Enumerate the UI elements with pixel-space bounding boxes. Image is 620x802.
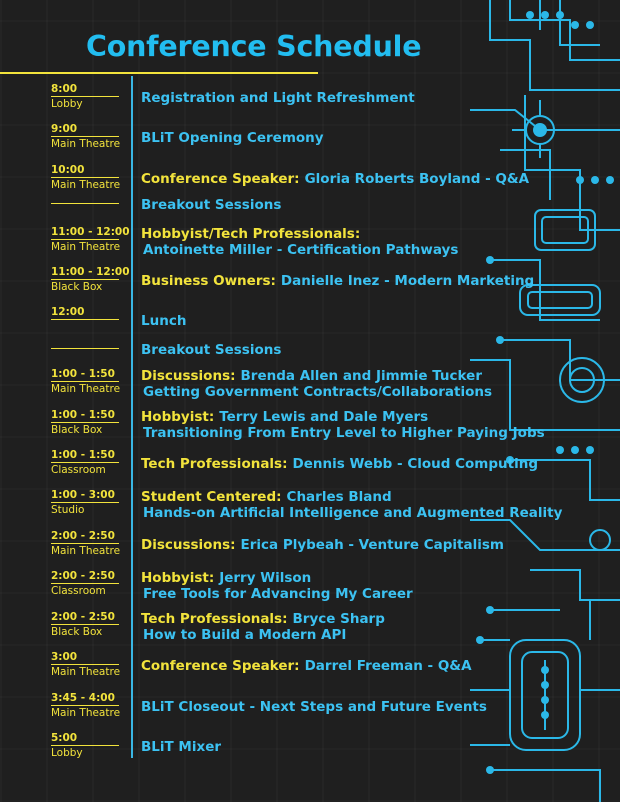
entry-time: 11:00 - 12:00 bbox=[51, 266, 130, 280]
entry-category: Hobbyist: bbox=[141, 570, 215, 586]
entry-title: BLiT Opening Ceremony bbox=[141, 130, 324, 147]
entry-title: Hobbyist: Terry Lewis and Dale Myers bbox=[141, 409, 428, 426]
entry-title: Discussions: Brenda Allen and Jimmie Tuck… bbox=[141, 368, 482, 385]
entry-description: Bryce Sharp bbox=[292, 611, 385, 627]
entry-description: Charles Bland bbox=[286, 489, 392, 505]
entry-description: BLiT Opening Ceremony bbox=[141, 130, 324, 146]
entry-description: Erica Plybeah - Venture Capitalism bbox=[240, 537, 504, 553]
entry-time: 2:00 - 2:50 bbox=[51, 611, 119, 625]
entry-category: Hobbyist/Tech Professionals: bbox=[141, 226, 361, 242]
entry-time: 2:00 - 2:50 bbox=[51, 570, 119, 584]
entry-room: Classroom bbox=[51, 585, 106, 597]
entry-title: Tech Professionals: Dennis Webb - Cloud C… bbox=[141, 456, 538, 473]
entry-time: 2:00 - 2:50 bbox=[51, 530, 119, 544]
entry-time: 11:00 - 12:00 bbox=[51, 226, 130, 240]
entry-description: Dennis Webb - Cloud Computing bbox=[292, 456, 539, 472]
entry-title: Conference Speaker: Darrel Freeman - Q&A bbox=[141, 658, 472, 675]
entry-room: Black Box bbox=[51, 281, 103, 293]
entry-category: Hobbyist: bbox=[141, 409, 215, 425]
entry-title: Hobbyist/Tech Professionals: bbox=[141, 226, 365, 243]
entry-time: 5:00 bbox=[51, 732, 119, 746]
entry-description: BLiT Mixer bbox=[141, 739, 222, 755]
entry-description: Breakout Sessions bbox=[141, 197, 282, 213]
schedule-page: Conference Schedule 8:00 Lobby Registrat… bbox=[0, 0, 620, 802]
entry-category: Student Centered: bbox=[141, 489, 282, 505]
entry-category: Tech Professionals: bbox=[141, 456, 288, 472]
entry-subtitle: Getting Government Contracts/Collaborati… bbox=[143, 384, 493, 400]
entry-title: Student Centered: Charles Bland bbox=[141, 489, 392, 506]
entry-subtitle: Hands-on Artificial Intelligence and Aug… bbox=[143, 505, 563, 521]
entry-category: Conference Speaker: bbox=[141, 658, 300, 674]
entry-description: Danielle Inez - Modern Marketing bbox=[280, 273, 535, 289]
entry-room: Main Theatre bbox=[51, 666, 121, 678]
entry-title: Discussions: Erica Plybeah - Venture Capi… bbox=[141, 537, 504, 554]
entry-time bbox=[51, 335, 119, 349]
entry-room: Classroom bbox=[51, 464, 106, 476]
entry-time: 1:00 - 1:50 bbox=[51, 368, 119, 382]
entry-time: 3:00 bbox=[51, 651, 119, 665]
entry-subtitle: Transitioning From Entry Level to Higher… bbox=[143, 425, 545, 441]
entry-title: Conference Speaker: Gloria Roberts Boylan… bbox=[141, 171, 529, 188]
entry-room: Main Theatre bbox=[51, 707, 121, 719]
schedule-list: 8:00 Lobby Registration and Light Refres… bbox=[0, 0, 620, 802]
entry-description: Terry Lewis and Dale Myers bbox=[219, 409, 429, 425]
entry-title: BLiT Mixer bbox=[141, 739, 221, 756]
entry-description: Gloria Roberts Boyland - Q&A bbox=[304, 171, 530, 187]
entry-time: 10:00 bbox=[51, 164, 119, 178]
entry-title: Hobbyist: Jerry Wilson bbox=[141, 570, 311, 587]
entry-time: 8:00 bbox=[51, 83, 119, 97]
entry-room: Lobby bbox=[51, 98, 83, 110]
entry-time: 3:45 - 4:00 bbox=[51, 692, 119, 706]
entry-room: Main Theatre bbox=[51, 138, 121, 150]
entry-title: Breakout Sessions bbox=[141, 197, 281, 214]
entry-title: Registration and Light Refreshment bbox=[141, 90, 415, 107]
entry-room: Main Theatre bbox=[51, 383, 121, 395]
entry-description: Breakout Sessions bbox=[141, 342, 282, 358]
entry-category: Conference Speaker: bbox=[141, 171, 300, 187]
entry-description: Brenda Allen and Jimmie Tucker bbox=[240, 368, 482, 384]
entry-time: 1:00 - 3:00 bbox=[51, 489, 119, 503]
entry-title: Business Owners: Danielle Inez - Modern M… bbox=[141, 273, 534, 290]
entry-time: 12:00 bbox=[51, 306, 119, 320]
entry-description: Lunch bbox=[141, 313, 187, 329]
entry-room: Black Box bbox=[51, 424, 103, 436]
entry-title: BLiT Closeout - Next Steps and Future Ev… bbox=[141, 699, 487, 716]
entry-subtitle: How to Build a Modern API bbox=[143, 627, 347, 643]
entry-title: Lunch bbox=[141, 313, 186, 330]
entry-category: Discussions: bbox=[141, 537, 236, 553]
entry-room: Studio bbox=[51, 504, 85, 516]
entry-time bbox=[51, 190, 119, 204]
entry-description: Registration and Light Refreshment bbox=[141, 90, 415, 106]
entry-subtitle: Free Tools for Advancing My Career bbox=[143, 586, 413, 602]
entry-category: Tech Professionals: bbox=[141, 611, 288, 627]
entry-subtitle: Antoinette Miller - Certification Pathwa… bbox=[143, 242, 459, 258]
entry-description: Jerry Wilson bbox=[219, 570, 312, 586]
entry-time: 9:00 bbox=[51, 123, 119, 137]
entry-category: Business Owners: bbox=[141, 273, 276, 289]
entry-description: Darrel Freeman - Q&A bbox=[304, 658, 472, 674]
entry-category: Discussions: bbox=[141, 368, 236, 384]
entry-room: Lobby bbox=[51, 747, 83, 759]
entry-time: 1:00 - 1:50 bbox=[51, 409, 119, 423]
entry-room: Black Box bbox=[51, 626, 103, 638]
entry-description: BLiT Closeout - Next Steps and Future Ev… bbox=[141, 699, 487, 715]
entry-time: 1:00 - 1:50 bbox=[51, 449, 119, 463]
entry-room: Main Theatre bbox=[51, 545, 121, 557]
entry-room: Main Theatre bbox=[51, 241, 121, 253]
entry-title: Tech Professionals: Bryce Sharp bbox=[141, 611, 385, 628]
entry-title: Breakout Sessions bbox=[141, 342, 281, 359]
